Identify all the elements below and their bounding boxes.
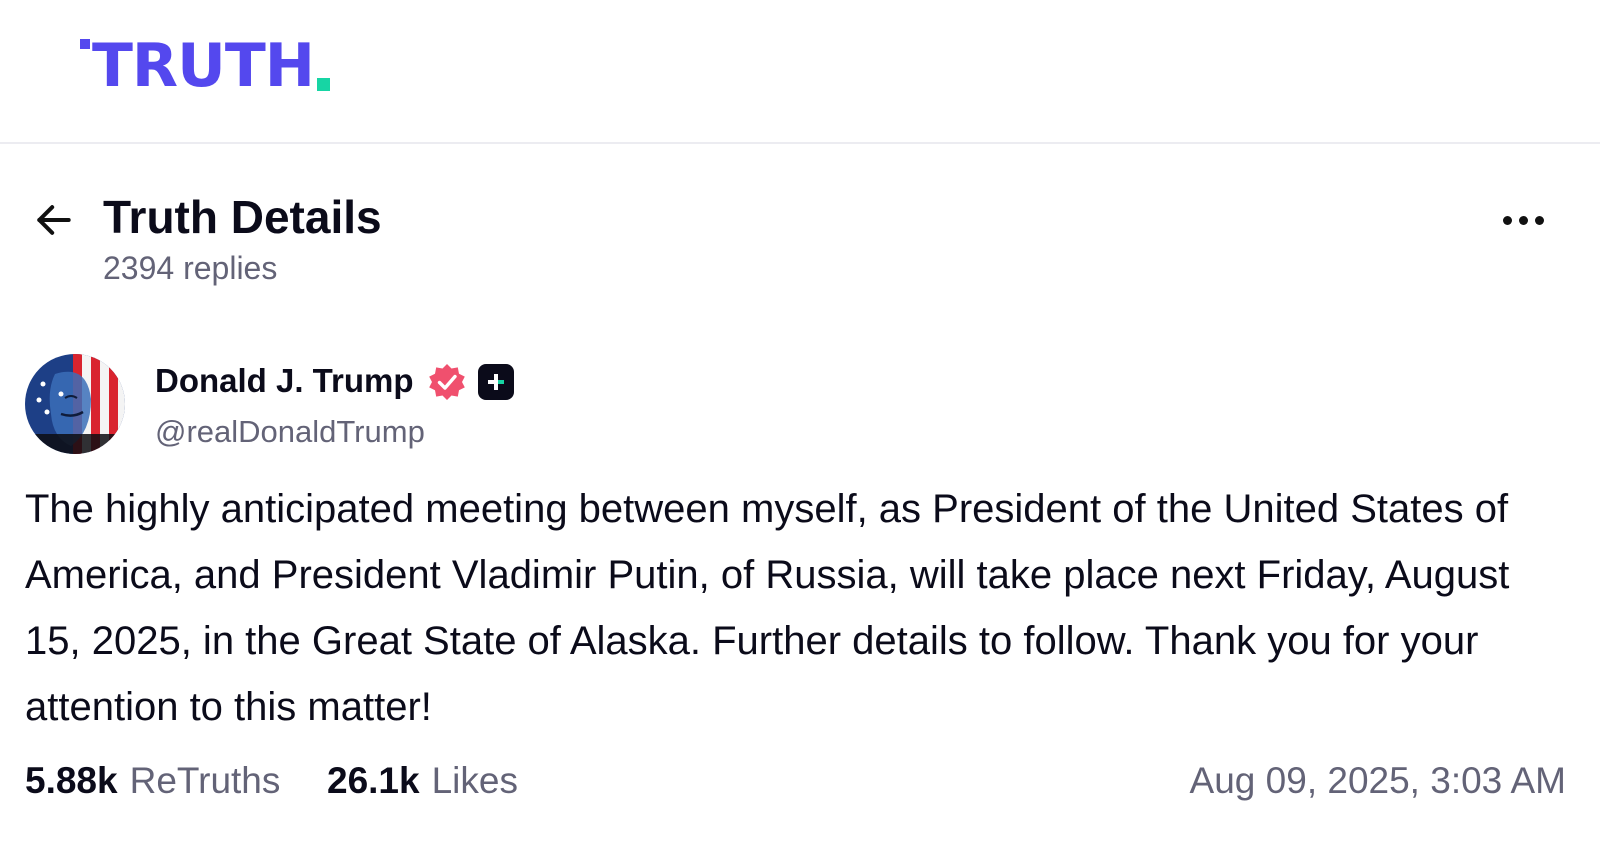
retruths-label: ReTruths bbox=[129, 760, 281, 801]
back-button[interactable] bbox=[24, 190, 84, 250]
plus-glyph-icon bbox=[488, 374, 504, 390]
post-body: The highly anticipated meeting between m… bbox=[25, 487, 1510, 729]
likes-stat[interactable]: 26.1k Likes bbox=[327, 760, 518, 802]
verified-badge-icon bbox=[429, 364, 465, 400]
page-header: Truth Details 2394 replies bbox=[0, 160, 1600, 310]
truth-logo[interactable]: TRUTH bbox=[80, 26, 330, 106]
logo-tick-mark bbox=[80, 39, 90, 49]
arrow-left-icon bbox=[37, 205, 71, 235]
post-timestamp: Aug 09, 2025, 3:03 AM bbox=[1189, 760, 1566, 801]
truth-plus-icon bbox=[478, 364, 514, 400]
logo-text: TRUTH bbox=[92, 31, 315, 101]
post-stats: 5.88k ReTruths 26.1k Likes Aug 09, 2025,… bbox=[0, 760, 1600, 820]
more-horizontal-icon bbox=[1518, 215, 1528, 225]
likes-label: Likes bbox=[431, 760, 518, 801]
more-horizontal-icon bbox=[1534, 215, 1544, 225]
top-bar: TRUTH bbox=[0, 0, 1600, 144]
author-handle[interactable]: @realDonaldTrump bbox=[155, 414, 425, 450]
replies-count: 2394 replies bbox=[103, 250, 278, 286]
more-options-button[interactable] bbox=[1488, 196, 1558, 244]
avatar[interactable] bbox=[25, 354, 125, 454]
retruths-count: 5.88k bbox=[25, 760, 118, 801]
avatar-image bbox=[25, 354, 125, 454]
author-display-name[interactable]: Donald J. Trump bbox=[155, 362, 414, 400]
likes-count: 26.1k bbox=[327, 760, 420, 801]
more-horizontal-icon bbox=[1502, 215, 1512, 225]
page-title: Truth Details bbox=[103, 191, 382, 243]
retruths-stat[interactable]: 5.88k ReTruths bbox=[25, 760, 280, 802]
logo-dot-mark bbox=[317, 77, 330, 91]
